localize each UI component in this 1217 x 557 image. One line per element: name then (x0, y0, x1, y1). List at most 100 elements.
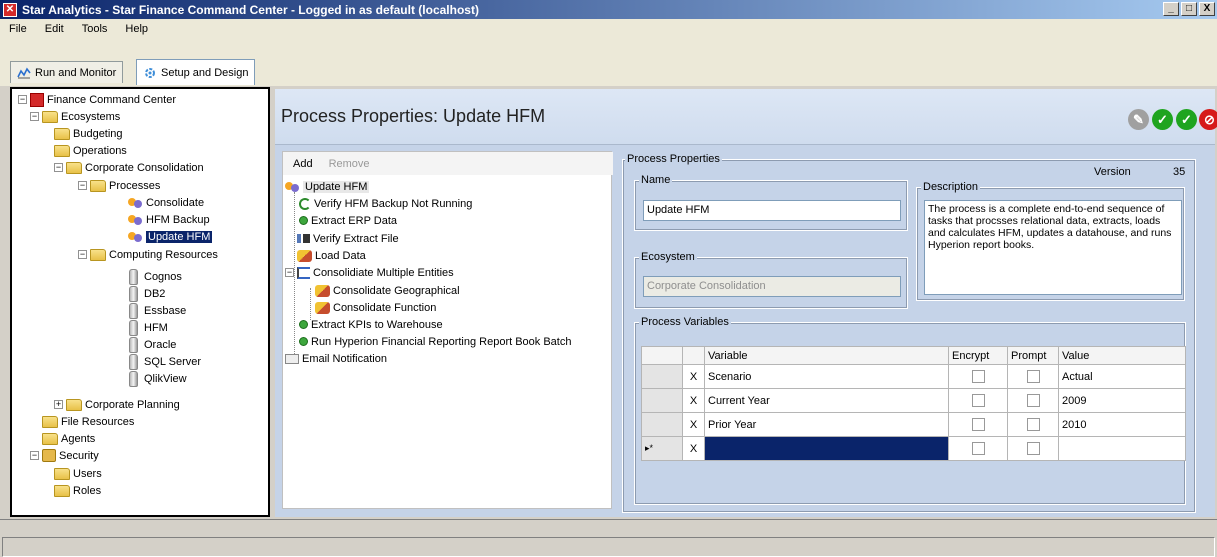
tree-item-users[interactable]: Users (54, 465, 102, 482)
tree-item-consolidate[interactable]: Consolidate (128, 194, 204, 211)
column-header-variable[interactable]: Variable (704, 346, 949, 365)
remove-button[interactable]: Remove (329, 158, 370, 170)
tree-item-roles[interactable]: Roles (54, 482, 101, 499)
prompt-checkbox[interactable] (1026, 394, 1040, 407)
tree-step[interactable]: − Consolidiate Multiple Entities (285, 264, 454, 281)
tree-item-finance-command-center[interactable]: − Finance Command Center (18, 91, 176, 108)
tree-item-agents[interactable]: Agents (42, 430, 95, 447)
tree-item-qlikview[interactable]: QlikView (126, 370, 187, 387)
tree-item-update-hfm[interactable]: Update HFM (128, 228, 213, 245)
encrypt-cell (948, 412, 1008, 437)
tree-item-operations[interactable]: Operations (54, 142, 127, 159)
collapse-icon[interactable]: − (78, 181, 87, 190)
collapse-icon[interactable]: − (18, 95, 27, 104)
minimize-button[interactable]: _ (1163, 2, 1179, 16)
tree-item-corporate-planning[interactable]: + Corporate Planning (54, 396, 180, 413)
collapse-icon[interactable]: − (78, 250, 87, 259)
tree-toolbar: Add Remove (283, 152, 613, 175)
process-icon (128, 196, 143, 209)
add-button[interactable]: Add (293, 158, 313, 170)
check-all-icon[interactable]: ✓ (1176, 109, 1197, 130)
loop-check-icon (299, 197, 311, 210)
delete-row-button[interactable]: X (682, 436, 705, 461)
delete-row-button[interactable]: X (682, 412, 705, 437)
tree-item-processes[interactable]: − Processes (78, 177, 160, 194)
folder-icon (66, 398, 82, 411)
edit-disabled-icon[interactable]: ✎ (1128, 109, 1149, 130)
expand-icon[interactable]: + (54, 400, 63, 409)
tree-step[interactable]: Verify HFM Backup Not Running (299, 195, 472, 212)
menu-tools[interactable]: Tools (73, 23, 117, 35)
encrypt-checkbox[interactable] (971, 394, 985, 407)
column-header-value[interactable]: Value (1058, 346, 1186, 365)
tree-step[interactable]: Consolidate Function (315, 299, 436, 316)
value-cell[interactable]: Actual (1058, 364, 1186, 389)
encrypt-checkbox[interactable] (971, 442, 985, 455)
prompt-checkbox[interactable] (1026, 418, 1040, 431)
tree-item-hfm-backup[interactable]: HFM Backup (128, 211, 210, 228)
name-field[interactable]: Update HFM (643, 200, 901, 221)
grid-corner (641, 346, 683, 365)
prompt-checkbox[interactable] (1026, 370, 1040, 383)
tree-item-budgeting[interactable]: Budgeting (54, 125, 123, 142)
tree-item-corporate-consolidation[interactable]: − Corporate Consolidation (54, 159, 204, 176)
grid-header-x (682, 346, 705, 365)
row-header[interactable] (641, 364, 683, 389)
maximize-button[interactable]: □ (1181, 2, 1197, 16)
tree-step[interactable]: Run Hyperion Financial Reporting Report … (299, 333, 571, 350)
tab-run-and-monitor[interactable]: Run and Monitor (10, 61, 124, 83)
tree-item-security[interactable]: − Security (30, 447, 99, 464)
new-row-marker[interactable]: ▸* (641, 436, 683, 461)
tree-step-update-hfm[interactable]: Update HFM (285, 178, 370, 195)
column-header-prompt[interactable]: Prompt (1007, 346, 1059, 365)
lock-icon (42, 449, 56, 462)
folder-icon (90, 179, 106, 192)
delete-row-button[interactable]: X (682, 364, 705, 389)
tree-item-computing-resources[interactable]: − Computing Resources (78, 246, 218, 263)
check-icon[interactable]: ✓ (1152, 109, 1173, 130)
column-header-encrypt[interactable]: Encrypt (948, 346, 1008, 365)
description-field[interactable]: The process is a complete end-to-end seq… (924, 200, 1182, 295)
menu-help[interactable]: Help (116, 23, 157, 35)
new-value-cell[interactable] (1058, 436, 1186, 461)
tree-step[interactable]: Extract ERP Data (299, 212, 397, 229)
ecosystem-field: Corporate Consolidation (643, 276, 901, 297)
tree-step[interactable]: Extract KPIs to Warehouse (299, 316, 443, 333)
collapse-icon[interactable]: − (30, 451, 39, 460)
tree-step[interactable]: Consolidate Geographical (315, 282, 460, 299)
collapse-icon[interactable]: − (30, 112, 39, 121)
collapse-icon[interactable]: − (285, 268, 294, 277)
variable-cell[interactable]: Prior Year (704, 412, 949, 437)
value-cell[interactable]: 2009 (1058, 388, 1186, 413)
tree-step[interactable]: Load Data (297, 247, 366, 264)
cancel-icon[interactable]: ⊘ (1199, 109, 1217, 130)
variable-cell[interactable]: Scenario (704, 364, 949, 389)
close-button[interactable]: X (1199, 2, 1215, 16)
tab-setup-and-design[interactable]: Setup and Design (136, 59, 256, 85)
tree-item-essbase[interactable]: Essbase (126, 302, 186, 319)
delete-row-button[interactable]: X (682, 388, 705, 413)
tree-step[interactable]: Email Notification (285, 350, 387, 367)
menu-edit[interactable]: Edit (36, 23, 73, 35)
window-title: Star Analytics - Star Finance Command Ce… (22, 2, 479, 17)
row-header[interactable] (641, 388, 683, 413)
tree-step[interactable]: Verify Extract File (297, 230, 399, 247)
file-check-icon (297, 234, 310, 243)
variable-cell[interactable]: Current Year (704, 388, 949, 413)
tree-item-cognos[interactable]: Cognos (126, 268, 182, 285)
value-cell[interactable]: 2010 (1058, 412, 1186, 437)
tree-item-ecosystems[interactable]: − Ecosystems (30, 108, 120, 125)
prompt-checkbox[interactable] (1026, 442, 1040, 455)
row-header[interactable] (641, 412, 683, 437)
tree-item-db2[interactable]: DB2 (126, 285, 165, 302)
collapse-icon[interactable]: − (54, 163, 63, 172)
tab-label: Setup and Design (161, 66, 249, 79)
encrypt-checkbox[interactable] (971, 418, 985, 431)
tree-item-hfm[interactable]: HFM (126, 319, 168, 336)
encrypt-checkbox[interactable] (971, 370, 985, 383)
new-variable-cell[interactable] (704, 436, 949, 461)
tree-item-oracle[interactable]: Oracle (126, 336, 176, 353)
tree-item-file-resources[interactable]: File Resources (42, 413, 134, 430)
tree-item-sql-server[interactable]: SQL Server (126, 353, 201, 370)
menu-file[interactable]: File (0, 23, 36, 35)
